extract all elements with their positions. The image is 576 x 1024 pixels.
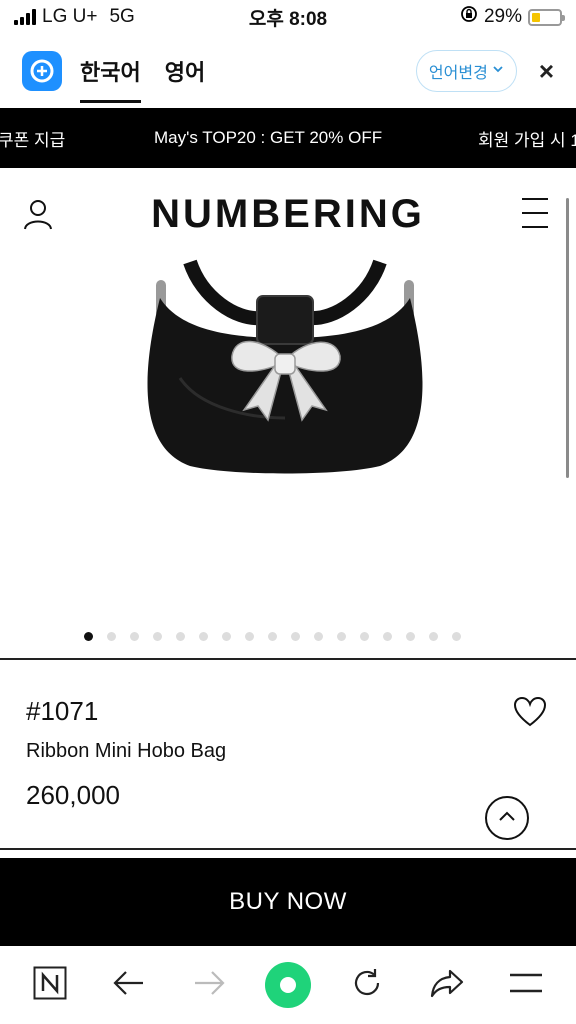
pager-dot[interactable] — [429, 632, 438, 641]
pager-dot[interactable] — [337, 632, 346, 641]
back-button[interactable] — [105, 961, 153, 1009]
hamburger-menu-icon[interactable] — [520, 196, 550, 235]
chevron-down-icon — [492, 62, 504, 80]
pager-dot[interactable] — [84, 632, 93, 641]
pager-dot[interactable] — [452, 632, 461, 641]
tab-english[interactable]: 영어 — [165, 47, 205, 95]
pager-dot[interactable] — [245, 632, 254, 641]
forward-button[interactable] — [185, 961, 233, 1009]
arrow-left-icon — [113, 970, 145, 1001]
network-label: 5G — [109, 6, 135, 27]
share-arrow-icon — [430, 968, 464, 1003]
carrier-label: LG U+ — [42, 6, 98, 27]
scrollbar[interactable] — [566, 198, 569, 478]
pager-dot[interactable] — [314, 632, 323, 641]
status-bar: LG U+ 5G 오후 8:08 29% — [0, 0, 576, 34]
battery-icon — [528, 8, 565, 26]
status-left: LG U+ 5G — [14, 6, 214, 28]
scroll-top-button[interactable] — [485, 796, 529, 840]
pager-dot[interactable] — [176, 632, 185, 641]
refresh-button[interactable] — [343, 961, 391, 1009]
close-translate-button[interactable]: × — [539, 56, 554, 87]
banner-text-center: May's TOP20 : GET 20% OFF — [154, 128, 383, 147]
brand-logo[interactable]: NUMBERING — [151, 192, 425, 237]
pager-dot[interactable] — [199, 632, 208, 641]
product-image[interactable] — [140, 258, 430, 483]
user-icon[interactable] — [22, 198, 54, 235]
status-right: 29% — [362, 5, 565, 29]
pager-dot[interactable] — [222, 632, 231, 641]
orientation-lock-icon — [460, 5, 478, 29]
clock: 오후 8:08 — [248, 8, 328, 30]
change-language-label: 언어변경 — [428, 65, 488, 82]
pager-dot[interactable] — [291, 632, 300, 641]
pager-dot[interactable] — [268, 632, 277, 641]
pager-dot[interactable] — [130, 632, 139, 641]
divider — [0, 658, 576, 660]
browser-toolbar — [0, 946, 576, 1024]
buy-now-button[interactable]: BUY NOW — [0, 858, 576, 946]
divider — [0, 848, 576, 850]
naver-n-icon — [33, 966, 67, 1005]
share-button[interactable] — [423, 961, 471, 1009]
heart-icon[interactable] — [513, 696, 547, 732]
arrow-right-icon — [193, 970, 225, 1001]
change-language-button[interactable]: 언어변경 — [415, 50, 517, 92]
product-name: Ribbon Mini Hobo Bag — [26, 740, 227, 762]
pager-dot[interactable] — [107, 632, 116, 641]
green-dot-icon — [264, 962, 311, 1008]
green-home-button[interactable] — [264, 961, 312, 1009]
refresh-icon — [351, 967, 383, 1004]
translate-bar: 한국어 영어 언어변경 × — [0, 34, 576, 108]
banner-text-right: 회원 가입 시 15 — [478, 130, 576, 150]
pager-dot[interactable] — [153, 632, 162, 641]
site-header: NUMBERING — [0, 168, 576, 260]
product-code: #1071 — [26, 696, 99, 726]
pager-dot[interactable] — [406, 632, 415, 641]
tab-korean[interactable]: 한국어 — [80, 47, 141, 103]
translator-app-icon[interactable] — [22, 51, 62, 91]
product-price: 260,000 — [26, 780, 120, 810]
chevron-up-icon — [498, 809, 516, 827]
menu-button[interactable] — [502, 961, 550, 1009]
pager-dot[interactable] — [383, 632, 392, 641]
image-pager[interactable] — [84, 632, 461, 641]
signal-icon — [14, 9, 36, 25]
banner-text-left: 쿠폰 지급 — [0, 130, 66, 150]
pager-dot[interactable] — [360, 632, 369, 641]
announcement-banner[interactable]: 쿠폰 지급 May's TOP20 : GET 20% OFF 회원 가입 시 … — [0, 108, 576, 168]
naver-home-button[interactable] — [26, 961, 74, 1009]
hamburger-icon — [509, 972, 543, 999]
battery-percent: 29% — [483, 6, 522, 27]
